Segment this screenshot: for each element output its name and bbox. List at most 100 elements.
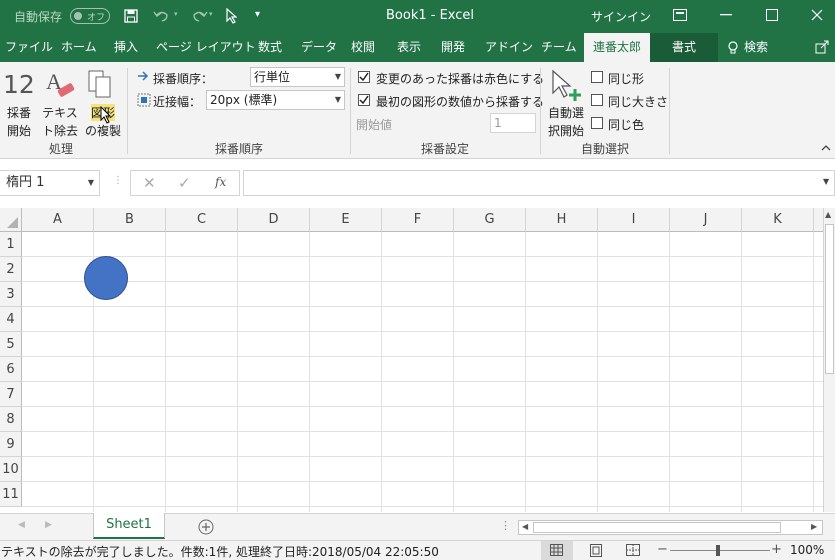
formula-input[interactable]	[243, 170, 835, 196]
same-size-checkbox[interactable]	[591, 94, 603, 106]
minimize-icon[interactable]	[720, 14, 732, 16]
tab-home[interactable]: ホーム	[61, 33, 97, 62]
column-header[interactable]: F	[382, 208, 454, 232]
row-header[interactable]: 8	[0, 407, 22, 432]
row-header[interactable]: 1	[0, 232, 22, 257]
tab-file[interactable]: ファイル	[5, 33, 53, 62]
ellipse-shape[interactable]	[83, 256, 129, 302]
sheet-tab-sheet1[interactable]: Sheet1	[93, 513, 165, 539]
new-sheet-icon[interactable]	[198, 519, 214, 535]
column-header[interactable]: C	[166, 208, 238, 232]
row-header[interactable]: 7	[0, 382, 22, 407]
column-header[interactable]: E	[310, 208, 382, 232]
row-header[interactable]: 10	[0, 457, 22, 482]
tab-page-layout[interactable]: ページ レイアウト	[156, 33, 256, 62]
ribbon-panel: 12 採番 開始 A テキス ト除去 図形 の複製 処理 採番順序： 行単位▼ …	[0, 62, 835, 159]
column-header[interactable]: J	[670, 208, 742, 232]
page-break-preview-icon[interactable]	[626, 544, 640, 556]
row-header[interactable]: 6	[0, 357, 22, 382]
row-header[interactable]: 5	[0, 332, 22, 357]
undo-icon[interactable]	[153, 9, 173, 23]
column-header[interactable]: G	[454, 208, 526, 232]
maximize-icon[interactable]	[766, 9, 778, 21]
zoom-slider-track[interactable]	[670, 550, 770, 551]
chevron-down-icon[interactable]: ▼	[88, 171, 94, 195]
column-header[interactable]: A	[22, 208, 94, 232]
tab-format[interactable]: 書式	[650, 33, 718, 62]
select-all-corner[interactable]	[0, 208, 22, 232]
save-icon[interactable]	[124, 9, 138, 23]
sign-in-link[interactable]: サインイン	[591, 8, 651, 25]
autosave-toggle[interactable]: オフ	[70, 8, 110, 24]
previous-sheet-icon[interactable]: ◀	[18, 520, 25, 530]
tab-renban-taro[interactable]: 連番太郎	[584, 33, 650, 62]
remove-text-button[interactable]: テキス ト除去	[42, 104, 78, 139]
ellipse-1[interactable]	[84, 256, 128, 300]
quick-access-more-icon[interactable]: ▾	[255, 9, 260, 20]
zoom-slider-thumb[interactable]	[716, 545, 720, 556]
row-header[interactable]: 4	[0, 307, 22, 332]
group-label-settings: 採番設定	[420, 142, 469, 156]
enter-icon[interactable]: ✓	[178, 174, 191, 192]
ribbon-display-options-icon[interactable]	[673, 9, 687, 21]
row-header[interactable]: 11	[0, 482, 22, 507]
zoom-level[interactable]: 100%	[790, 543, 824, 557]
tab-review[interactable]: 校閲	[351, 33, 375, 62]
width-dropdown[interactable]: 20px (標準) ▼	[206, 90, 345, 110]
mouse-cursor-icon	[100, 106, 112, 124]
share-icon[interactable]	[815, 40, 829, 54]
spreadsheet-grid[interactable]: A B C D E F G H I J K 1 2 3 4 5 6 7 8 9 …	[0, 208, 823, 512]
collapse-ribbon-icon[interactable]	[821, 144, 831, 152]
order-dropdown[interactable]: 行単位 ▼	[250, 67, 345, 87]
zoom-in-icon[interactable]: +	[771, 542, 782, 557]
undo-dropdown-icon[interactable]: ▾	[174, 10, 178, 18]
pointer-mode-icon[interactable]	[225, 8, 237, 24]
tab-formulas[interactable]: 数式	[258, 33, 282, 62]
row-header[interactable]: 2	[0, 257, 22, 282]
row-header[interactable]: 3	[0, 282, 22, 307]
close-icon[interactable]	[811, 9, 823, 21]
gridline	[22, 406, 823, 407]
tab-view[interactable]: 表示	[397, 33, 421, 62]
column-header[interactable]: B	[94, 208, 166, 232]
tab-addins[interactable]: アドイン	[485, 33, 533, 62]
tab-data[interactable]: データ	[301, 33, 337, 62]
start-value-input[interactable]: 1	[490, 113, 536, 133]
gridline	[669, 232, 670, 512]
tab-developer[interactable]: 開発	[441, 33, 465, 62]
auto-select-button[interactable]: 自動選 択開始	[545, 104, 587, 139]
tab-insert[interactable]: 挿入	[114, 33, 138, 62]
row-header[interactable]: 9	[0, 432, 22, 457]
tell-me-search[interactable]: 検索	[744, 33, 768, 62]
expand-formula-bar-icon[interactable]: ▼	[823, 177, 829, 186]
tab-split-grip-icon[interactable]: ⋮	[500, 519, 511, 532]
name-box[interactable]: 楕円 1 ▼	[0, 170, 100, 196]
horizontal-scroll-thumb[interactable]	[533, 522, 781, 533]
scroll-thumb[interactable]	[825, 224, 834, 374]
normal-view-button[interactable]	[541, 541, 573, 560]
tab-team[interactable]: チーム	[541, 33, 577, 62]
horizontal-scrollbar[interactable]: ◀ ▶	[518, 520, 823, 535]
normal-view-icon	[550, 544, 563, 556]
red-color-checkbox[interactable]	[358, 71, 370, 83]
same-color-checkbox[interactable]	[591, 117, 603, 129]
next-sheet-icon[interactable]: ▶	[45, 520, 52, 530]
number-icon: 12	[3, 70, 35, 99]
column-header[interactable]: I	[598, 208, 670, 232]
zoom-out-icon[interactable]: −	[657, 542, 668, 557]
redo-icon[interactable]	[188, 9, 208, 23]
column-header[interactable]: H	[526, 208, 598, 232]
scroll-right-icon[interactable]: ▶	[811, 522, 817, 531]
scroll-left-icon[interactable]: ◀	[522, 522, 528, 531]
same-shape-checkbox[interactable]	[591, 71, 603, 83]
column-header[interactable]: D	[238, 208, 310, 232]
cancel-icon[interactable]: ✕	[143, 174, 156, 192]
vertical-scrollbar[interactable]: ▲	[823, 208, 835, 512]
page-layout-view-icon[interactable]	[590, 544, 602, 557]
redo-dropdown-icon[interactable]: ▾	[209, 10, 213, 18]
column-header[interactable]: K	[742, 208, 814, 232]
insert-function-icon[interactable]: fx	[215, 175, 226, 189]
scroll-up-icon[interactable]: ▲	[825, 210, 831, 219]
first-shape-checkbox[interactable]	[358, 94, 370, 106]
start-numbering-button[interactable]: 採番 開始	[3, 104, 35, 139]
